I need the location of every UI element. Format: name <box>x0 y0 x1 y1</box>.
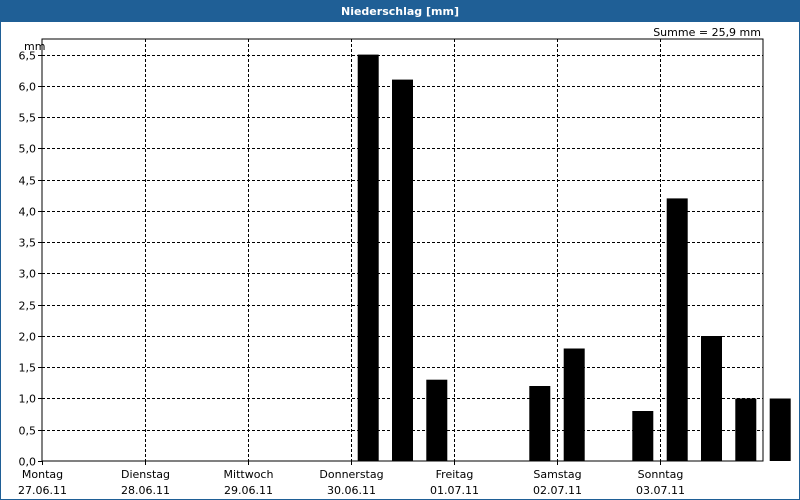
x-day-label: Mittwoch <box>224 468 274 481</box>
y-tick-label: 3,0 <box>19 268 37 281</box>
x-day-label: Dienstag <box>121 468 170 481</box>
y-tick-label: 6,0 <box>19 81 37 94</box>
x-date-label: 02.07.11 <box>533 484 582 497</box>
bar <box>666 198 688 461</box>
bar <box>529 386 551 461</box>
x-date-label: 27.06.11 <box>18 484 67 497</box>
x-day-label: Sonntag <box>638 468 684 481</box>
y-tick-label: 0,0 <box>19 456 37 469</box>
y-tick-label: 4,5 <box>19 175 37 188</box>
bar <box>392 79 413 461</box>
x-day-label: Donnerstag <box>319 468 383 481</box>
bar <box>563 348 585 461</box>
x-day-label: Freitag <box>436 468 474 481</box>
x-day-label: Samstag <box>533 468 581 481</box>
y-tick-label: 4,0 <box>19 206 37 219</box>
y-tick-label: 2,5 <box>19 300 37 313</box>
x-date-label: 30.06.11 <box>327 484 376 497</box>
x-date-label: 29.06.11 <box>224 484 273 497</box>
bar <box>357 54 379 461</box>
bars <box>357 54 791 461</box>
bar <box>632 411 654 461</box>
x-date-label: 01.07.11 <box>430 484 479 497</box>
y-tick-label: 5,0 <box>19 143 37 156</box>
y-tick-label: 3,5 <box>19 237 37 250</box>
y-tick-label: 1,0 <box>19 393 37 406</box>
x-date-label: 03.07.11 <box>636 484 685 497</box>
y-tick-label: 1,5 <box>19 362 37 375</box>
y-tick-label: 2,0 <box>19 331 37 344</box>
y-tick-label: 0,5 <box>19 425 37 438</box>
precipitation-chart: 0,00,51,01,52,02,53,03,54,04,55,05,56,06… <box>18 26 791 497</box>
y-tick-label: 5,5 <box>19 112 37 125</box>
x-date-label: 28.06.11 <box>121 484 170 497</box>
sum-annotation: Summe = 25,9 mm <box>653 26 761 39</box>
bar <box>735 398 757 461</box>
y-axis-label: mm <box>24 40 45 53</box>
bar <box>426 379 448 461</box>
bar <box>701 336 722 461</box>
bar <box>769 398 791 461</box>
x-day-label: Montag <box>22 468 63 481</box>
